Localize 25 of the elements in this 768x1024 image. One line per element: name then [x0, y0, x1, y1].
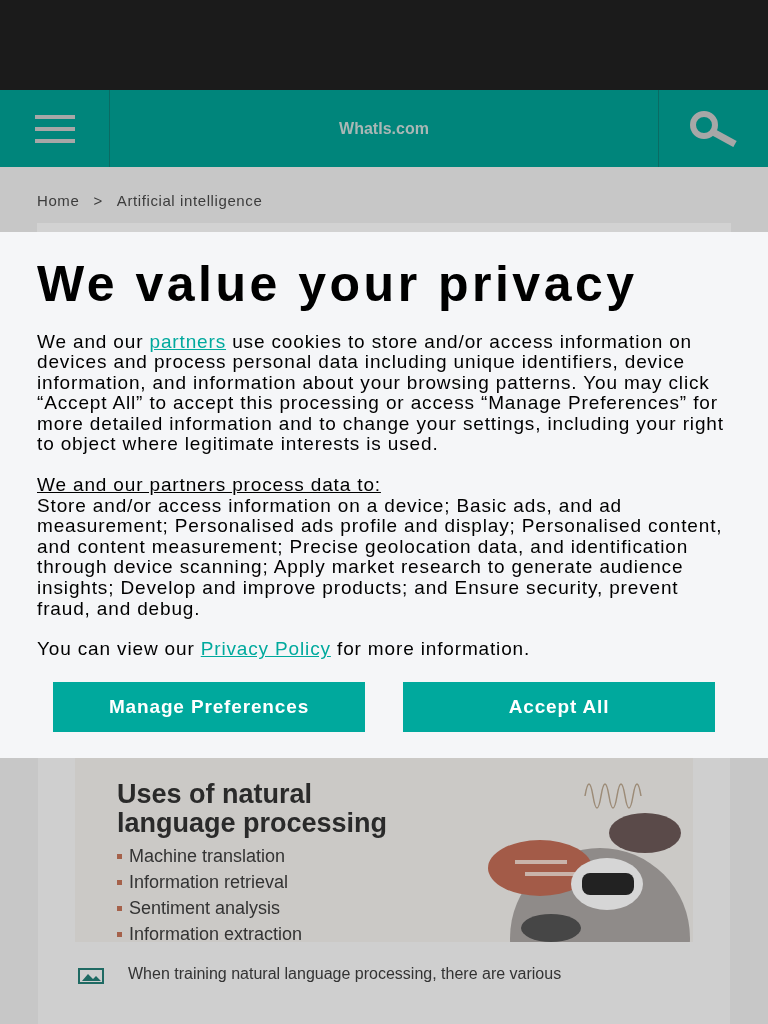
infographic-title: language processing — [117, 808, 389, 838]
infographic-item: Sentiment analysis — [129, 897, 281, 921]
privacy-policy-link[interactable]: Privacy Policy — [200, 638, 331, 660]
infographic-item: Machine translation — [129, 845, 286, 869]
breadcrumb-link[interactable]: Home — [37, 190, 80, 213]
site-title[interactable]: WhatIs.com — [339, 116, 429, 141]
image-caption: When training natural language processing, there are various — [128, 963, 562, 984]
bullet-icon — [117, 880, 122, 886]
breadcrumb-separator: > — [93, 191, 103, 211]
purposes-heading: We and our partners process data to: — [37, 475, 382, 496]
bullet-icon — [117, 854, 122, 860]
infographic-item: Information extraction — [129, 923, 303, 942]
infographic-title: Uses of natural — [117, 779, 314, 809]
image-icon — [78, 967, 104, 984]
dialog-title: We value your privacy — [37, 257, 639, 310]
bullet-icon — [117, 906, 122, 912]
infographic-item: Information retrieval — [129, 871, 289, 895]
policy-paragraph: You can view our Privacy Policy for more information. — [37, 639, 532, 660]
breadcrumb-link[interactable]: Artificial intelligence — [116, 190, 263, 213]
bullet-icon — [117, 932, 122, 938]
partners-link[interactable]: partners — [149, 330, 227, 352]
intro-paragraph: We and our partners use cookies to store and/or access information on devices and process personal data including unique identifiers, device information, and information about your browsing patterns. You may click “Accept All” to accept this processing or access “Manage Preferences” for more detailed information and to change your settings, including your right to object where legitimate interests is used. — [37, 331, 725, 456]
manage-preferences-button[interactable]: Manage Preferences — [53, 681, 365, 732]
accept-all-button[interactable]: Accept All — [403, 681, 715, 732]
purposes-paragraph: Store and/or access information on a device; Basic ads, and ad measurement; Personalised ads profile and display; Personalised content, and content measurement; Precise geolocation data, and identification through device scanning; Apply market research to generate audience insights; Develop and improve products; and Ensure security, prevent fraud, and debug. — [37, 495, 724, 620]
